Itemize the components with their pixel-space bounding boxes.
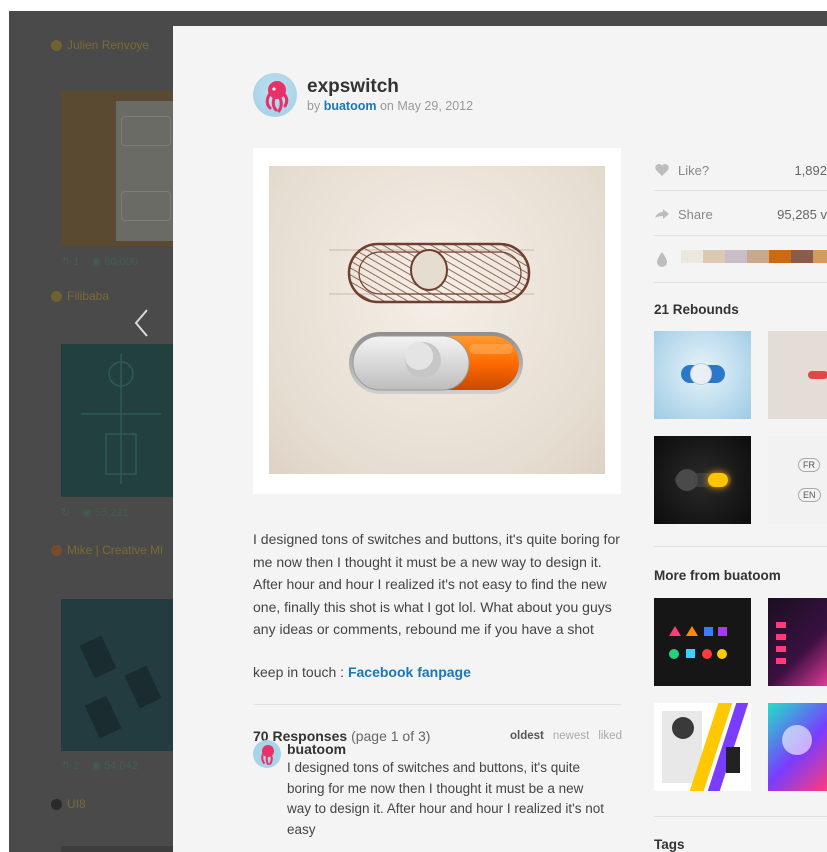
divider	[654, 190, 827, 191]
share-arrow-icon	[655, 209, 669, 219]
heart-icon	[655, 164, 669, 176]
comment-author[interactable]: buatoom	[287, 739, 346, 759]
octopus-icon	[265, 81, 289, 113]
switch-sketch	[329, 242, 534, 304]
more-thumb-1[interactable]	[654, 598, 751, 686]
shot-byline: by buatoom on May 29, 2012	[307, 99, 474, 113]
more-thumb-2[interactable]	[768, 598, 827, 686]
rebound-thumb-3[interactable]	[654, 436, 751, 524]
shot-description: I designed tons of switches and buttons,…	[253, 531, 620, 637]
bg-shot-1[interactable]	[61, 91, 183, 246]
more-thumb-4[interactable]	[768, 703, 827, 791]
responses-sort: oldest newest liked	[510, 727, 622, 745]
share-label: Share	[678, 206, 713, 222]
color-swatch[interactable]	[725, 250, 747, 263]
shot-image-frame[interactable]	[253, 148, 621, 494]
rebound-label-en: EN	[798, 488, 821, 502]
stage: { "background": { "users": ["Julien Renv…	[0, 0, 827, 852]
color-swatch[interactable]	[703, 250, 725, 263]
author-link[interactable]: buatoom	[324, 99, 377, 113]
more-from-title: More from buatoom	[654, 568, 781, 583]
color-swatch[interactable]	[747, 250, 769, 263]
color-drop-icon	[657, 252, 667, 267]
likes-count: 1,892	[794, 162, 827, 178]
comment-avatar[interactable]	[253, 740, 281, 768]
rebound-thumb-1[interactable]	[654, 331, 751, 419]
color-palette	[681, 250, 827, 263]
bg-user-3: Mike | Creative Mi	[51, 541, 163, 559]
sort-liked[interactable]: liked	[598, 727, 622, 745]
previous-arrow-icon[interactable]	[127, 306, 157, 340]
bg-stats-3: ↰ 2 ◉ 54,042	[61, 759, 138, 772]
bg-stats-2: ↻ ◉ 55,231	[61, 506, 129, 519]
color-swatch[interactable]	[791, 250, 813, 263]
tags-title: Tags	[654, 837, 685, 852]
shot-title: expswitch	[307, 76, 399, 97]
divider	[654, 546, 827, 547]
bg-shot-3[interactable]	[61, 599, 183, 751]
facebook-fanpage-link[interactable]: Facebook fanpage	[348, 664, 471, 680]
like-label: Like?	[678, 162, 710, 178]
rebound-thumb-2[interactable]	[768, 331, 827, 419]
bg-user-2: Filibaba	[51, 287, 109, 305]
shot-image	[269, 166, 605, 474]
switch-render	[349, 332, 523, 394]
divider	[253, 704, 621, 705]
bg-user-1: Julien Renvoye	[51, 36, 149, 54]
comment-text: I designed tons of switches and buttons,…	[287, 760, 605, 837]
shot-modal: expswitch by buatoom on May 29, 2012 I d…	[173, 26, 827, 852]
bg-shot-4[interactable]	[61, 846, 183, 852]
color-swatch[interactable]	[769, 250, 791, 263]
bg-stats-1: ↰ 1 ◉ 60,000	[61, 255, 138, 268]
divider	[654, 282, 827, 283]
share-row[interactable]: Share 95,285 v	[654, 192, 827, 236]
keep-in-touch: keep in touch : Facebook fanpage	[253, 664, 471, 680]
divider	[654, 816, 827, 817]
shot-header: expswitch by buatoom on May 29, 2012	[253, 70, 473, 120]
shot-date: May 29, 2012	[397, 99, 474, 113]
octopus-icon	[261, 745, 274, 765]
color-swatch[interactable]	[813, 250, 827, 263]
bg-user-4: UI8	[51, 795, 86, 813]
bg-shot-2[interactable]	[61, 344, 183, 497]
rebound-thumb-4[interactable]: FR EN	[768, 436, 827, 524]
views-count: 95,285 v	[777, 206, 827, 222]
rebounds-title: 21 Rebounds	[654, 302, 739, 317]
author-avatar[interactable]	[253, 73, 297, 117]
more-thumb-3[interactable]	[654, 703, 751, 791]
sort-newest[interactable]: newest	[553, 727, 589, 745]
sort-oldest[interactable]: oldest	[510, 727, 544, 745]
like-row[interactable]: Like? 1,892	[654, 148, 827, 192]
divider	[654, 235, 827, 236]
color-swatch[interactable]	[681, 250, 703, 263]
rebound-label-fr: FR	[798, 458, 820, 472]
